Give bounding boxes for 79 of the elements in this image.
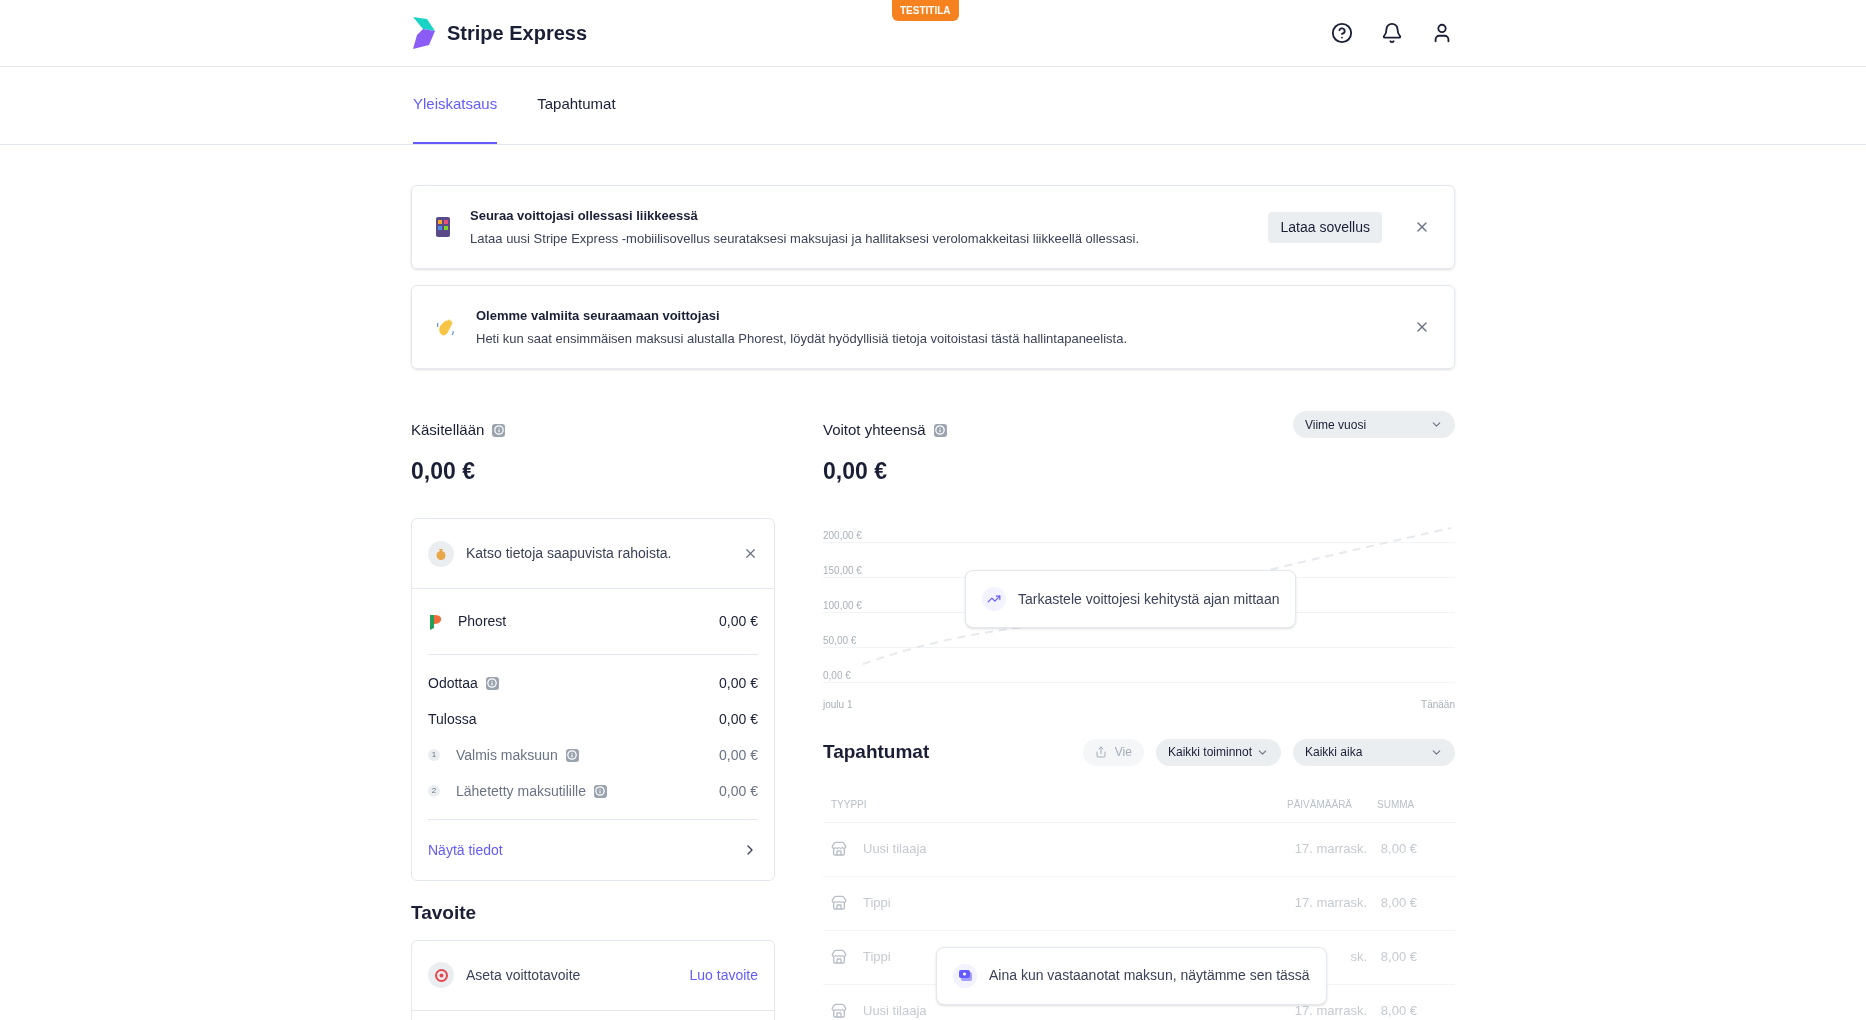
show-details-link[interactable]: Näytä tiedot bbox=[428, 820, 758, 880]
axis-label: 200,00 € bbox=[823, 531, 863, 541]
section-title: Voitot yhteensä bbox=[823, 420, 926, 440]
trend-icon bbox=[982, 587, 1006, 611]
notice-text: Katso tietoja saapuvista rahoista. bbox=[466, 544, 673, 563]
date-cell-text: 17. marrask. bbox=[1293, 1002, 1367, 1020]
close-icon[interactable] bbox=[743, 546, 758, 561]
hint-text: Tarkastele voittojesi kehitystä ajan mittaan bbox=[1018, 589, 1280, 609]
banner-title: Olemme valmiita seuraamaan voittojasi bbox=[476, 306, 721, 325]
row-amount: 0,00 € bbox=[719, 745, 758, 765]
type-cell-text: Uusi tilaaja bbox=[863, 1002, 928, 1020]
banner-text: Heti kun saat ensimmäisen maksusi alustalla Phorest, löydät hyödyllisiä tietoja voitoistasi tästä hallintapaneelista. bbox=[476, 330, 1129, 348]
section-title: Käsitellään bbox=[411, 420, 485, 440]
payment-icon bbox=[953, 963, 977, 988]
amount-cell-text: 8,00 € bbox=[1379, 948, 1417, 967]
banner-title: Seuraa voittojasi ollessasi liikkeessä bbox=[470, 206, 699, 225]
activity-filter[interactable]: Kaikki toiminnot bbox=[1155, 738, 1281, 766]
period-dropdown[interactable]: Viime vuosi bbox=[1293, 411, 1455, 438]
step-number: 1 bbox=[428, 749, 440, 761]
goal-title: Tavoite bbox=[411, 901, 478, 925]
share-icon bbox=[1094, 746, 1107, 759]
row-label: Odottaa bbox=[428, 673, 478, 693]
axis-label: 100,00 € bbox=[823, 601, 863, 611]
type-cell-text: Tippi bbox=[863, 894, 892, 913]
mode-badge: TESTITILA bbox=[892, 0, 959, 21]
row-label: Tulossa bbox=[428, 709, 477, 729]
waving-hand-icon bbox=[436, 317, 456, 337]
type-cell-text: Uusi tilaaja bbox=[863, 840, 928, 859]
help-icon[interactable] bbox=[1331, 22, 1353, 44]
target-icon bbox=[428, 962, 454, 988]
store-icon bbox=[831, 1003, 847, 1019]
column-header: SUMMA bbox=[1377, 797, 1416, 812]
store-icon bbox=[831, 949, 847, 965]
goal-label: Aseta voittotavoite bbox=[466, 965, 582, 985]
phone-icon bbox=[436, 217, 450, 237]
info-icon bbox=[485, 676, 499, 690]
notifications-icon[interactable] bbox=[1381, 22, 1403, 44]
row-label: Valmis maksuun bbox=[456, 745, 558, 765]
row-amount: 0,00 € bbox=[719, 709, 758, 729]
info-icon bbox=[492, 423, 506, 437]
nav-tab[interactable]: Yleiskatsaus bbox=[413, 67, 498, 144]
earnings-amount: 0,00 € bbox=[823, 456, 888, 486]
row-amount: 0,00 € bbox=[719, 781, 758, 801]
amount-cell-text: 8,00 € bbox=[1379, 1002, 1417, 1020]
money-bag-icon bbox=[428, 540, 454, 567]
download-app-button[interactable]: Lataa sovellus bbox=[1268, 211, 1382, 243]
type-cell-text: Tippi bbox=[863, 948, 892, 967]
info-icon bbox=[933, 423, 947, 437]
hint-text: Aina kun vastaanotat maksun, näytämme sen tässä bbox=[989, 966, 1310, 985]
row-amount: 0,00 € bbox=[719, 673, 758, 693]
platform-logo-icon bbox=[428, 612, 442, 631]
column-header: PÄIVÄMÄÄRÄ bbox=[1287, 797, 1354, 812]
axis-label: Tänään bbox=[1421, 698, 1455, 712]
step-number: 2 bbox=[428, 785, 440, 797]
banner-text: Lataa uusi Stripe Express -mobiilisovellus seurataksesi maksujasi ja hallitaksesi verolomakkeitasi liikkeellä ollessasi. bbox=[470, 230, 1141, 248]
axis-label: 0,00 € bbox=[823, 671, 852, 681]
nav-tab[interactable]: Tapahtumat bbox=[537, 67, 616, 144]
platform-amount: 0,00 € bbox=[719, 612, 758, 631]
time-filter[interactable]: Kaikki aika bbox=[1293, 738, 1455, 766]
axis-label: 50,00 € bbox=[823, 636, 858, 646]
logo-icon bbox=[413, 17, 435, 49]
column-header: TYYPPI bbox=[831, 797, 868, 812]
axis-label: joulu 1 bbox=[823, 698, 853, 712]
date-cell-text: 17. marrask. bbox=[1293, 840, 1367, 859]
transactions-title: Tapahtumat bbox=[823, 740, 931, 764]
amount-cell-text: 8,00 € bbox=[1379, 894, 1417, 913]
info-icon bbox=[593, 784, 607, 798]
date-cell-text: sk. bbox=[1349, 948, 1367, 967]
platform-name: Phorest bbox=[458, 612, 508, 631]
store-icon bbox=[831, 895, 847, 911]
amount-cell-text: 8,00 € bbox=[1379, 840, 1417, 859]
processing-amount: 0,00 € bbox=[411, 456, 476, 486]
brand-name: Stripe Express bbox=[447, 21, 588, 46]
axis-label: 150,00 € bbox=[823, 566, 863, 576]
store-icon bbox=[831, 841, 847, 857]
row-label: Lähetetty maksutilille bbox=[456, 781, 586, 801]
date-cell-text: 17. marrask. bbox=[1293, 894, 1367, 913]
info-icon bbox=[565, 748, 579, 762]
create-goal-link[interactable]: Luo tavoite bbox=[689, 964, 758, 986]
